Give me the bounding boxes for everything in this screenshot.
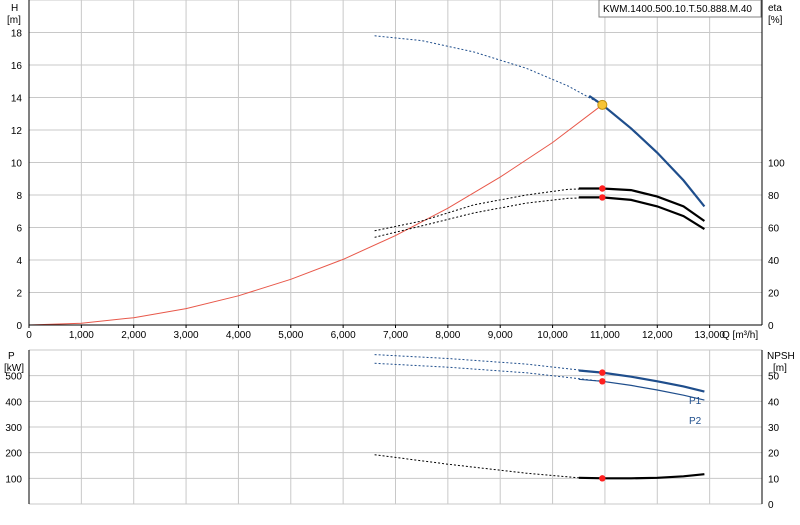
x-tick-label: 8,000 (435, 330, 460, 341)
power-curve-p2-marker (599, 378, 606, 385)
pump-curve-svg: 0 1,000 2,000 3,000 4,000 5,000 6,000 7,000 8,00… (4, 0, 795, 511)
power-curve-p1-dashed (374, 354, 603, 374)
efficiency-lower-curve-solid (578, 196, 705, 231)
x-tick-label: 2,000 (121, 330, 146, 341)
system-curve (28, 104, 603, 326)
x-tick-label: 4,000 (226, 330, 251, 341)
npsh-curve-marker (599, 475, 606, 482)
series-label-p1: P1 (689, 396, 702, 407)
x-tick-label: 12,000 (642, 330, 673, 341)
head-curve-dashed (374, 35, 603, 106)
head-tick-label: 2 (16, 289, 22, 300)
head-tick-label: 10 (11, 159, 23, 170)
head-tick-label: 18 (11, 29, 23, 40)
efficiency-lower-curve-marker (599, 194, 606, 201)
power-tick-label: 400 (5, 397, 22, 408)
npsh-axis-unit: [m] (773, 363, 787, 374)
power-axis-unit: [kW] (4, 363, 24, 374)
x-tick-label: 10,000 (537, 330, 568, 341)
operating-point (597, 99, 608, 110)
eta-tick-label: 100 (768, 159, 785, 170)
x-tick-label: 9,000 (488, 330, 513, 341)
x-tick-label: 5,000 (278, 330, 303, 341)
x-tick-label: 7,000 (383, 330, 408, 341)
eta-tick-label: 60 (768, 224, 780, 235)
head-tick-label: 12 (11, 126, 23, 137)
eta-axis-unit: [%] (768, 15, 783, 26)
efficiency-lower-curve-dashed (374, 196, 603, 238)
eta-tick-label: 0 (768, 321, 774, 332)
x-tick-label: 13,000 (694, 330, 725, 341)
x-tick-label: 3,000 (174, 330, 199, 341)
x-tick-label: 0 (26, 330, 32, 341)
pump-curve-chart: 0 1,000 2,000 3,000 4,000 5,000 6,000 7,000 8,00… (0, 0, 800, 520)
head-tick-label: 8 (16, 191, 22, 202)
npsh-tick-label: 40 (768, 397, 780, 408)
npsh-tick-label: 0 (768, 500, 774, 511)
npsh-axis-label: NPSH (767, 351, 795, 362)
power-curve-p2-dashed (374, 362, 603, 382)
efficiency-upper-curve-marker (599, 185, 606, 192)
eta-axis-label: eta (768, 3, 782, 14)
head-tick-label: 6 (16, 224, 22, 235)
npsh-tick-label: 10 (768, 474, 780, 485)
power-tick-label: 100 (5, 474, 22, 485)
x-tick-label: 11,000 (590, 330, 620, 341)
eta-tick-label: 40 (768, 256, 780, 267)
npsh-curve-dashed (374, 454, 579, 479)
power-curve-p1-marker (599, 369, 606, 376)
eta-tick-label: 20 (768, 289, 780, 300)
series-label-p2: P2 (689, 416, 702, 427)
npsh-tick-label: 30 (768, 423, 780, 434)
power-curve-p2-solid (578, 378, 705, 401)
npsh-curve-solid (578, 473, 705, 480)
head-tick-label: 16 (11, 61, 23, 72)
power-tick-label: 200 (5, 449, 22, 460)
head-tick-label: 0 (16, 321, 22, 332)
flow-axis-unit: Q [m³/h] (722, 330, 758, 341)
x-tick-label: 1,000 (69, 330, 94, 341)
eta-tick-label: 80 (768, 191, 780, 202)
power-axis-label: P (8, 351, 15, 362)
power-tick-label: 300 (5, 423, 22, 434)
head-tick-label: 4 (16, 256, 22, 267)
head-axis-label: H (11, 3, 18, 14)
head-axis-unit: [m] (7, 15, 21, 26)
model-label: KWM.1400.500.10.T.50.888.M.40 (603, 4, 752, 15)
npsh-tick-label: 20 (768, 449, 780, 460)
head-tick-label: 14 (11, 94, 23, 105)
x-tick-label: 6,000 (331, 330, 356, 341)
